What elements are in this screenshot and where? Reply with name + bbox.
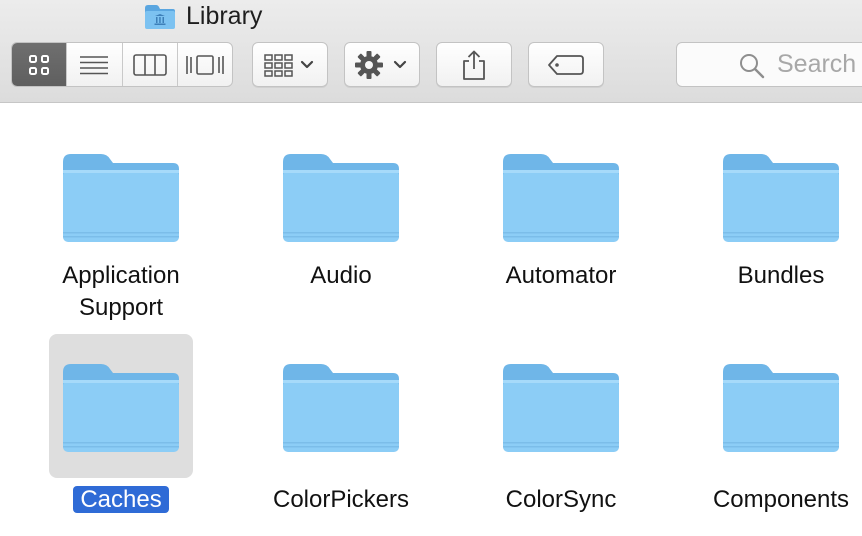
folder-icon: [721, 148, 841, 244]
folder-icon-container: [269, 124, 413, 268]
column-view-button[interactable]: [123, 43, 178, 86]
tags-button[interactable]: [528, 42, 604, 87]
search-field[interactable]: Search: [676, 42, 862, 87]
folder-icon-container: [709, 124, 853, 268]
finder-toolbar: Library Search: [0, 0, 862, 103]
folder-icon: [61, 148, 181, 244]
folder-label-line: Audio: [310, 262, 372, 289]
action-button[interactable]: [344, 42, 420, 87]
search-icon: [740, 54, 765, 79]
folder-label-line: Components: [712, 486, 850, 513]
icon-view-icon: [29, 54, 50, 75]
folder-icon: [281, 148, 401, 244]
search-placeholder: Search: [777, 50, 857, 78]
folder-icon-container-selected: [49, 334, 193, 478]
list-view-icon: [80, 55, 109, 74]
folder-label: Automator: [471, 260, 651, 292]
folder-icon-container: [709, 334, 853, 478]
folder-label: Caches: [31, 484, 211, 516]
gear-icon: [355, 50, 407, 79]
folder-label: Audio: [251, 260, 431, 292]
group-by-grid-icon: [264, 53, 314, 77]
chevron-down-icon: [300, 60, 314, 68]
folder-label-line: Bundles: [737, 262, 825, 289]
folder-label-line: ColorPickers: [272, 486, 410, 513]
folder-icon-container: [489, 124, 633, 268]
share-button[interactable]: [436, 42, 512, 87]
folder-label: ColorPickers: [251, 484, 431, 516]
folder-label: Components: [691, 484, 862, 516]
folder-icon: [61, 358, 181, 454]
window-title-text: Library: [186, 1, 263, 30]
folder-label-selected: Caches: [73, 486, 169, 513]
cover-flow-icon: [186, 54, 224, 75]
icon-view-button[interactable]: [12, 43, 68, 86]
folder-icon-grid: Application Support Audio Automator Bund…: [0, 104, 862, 536]
folder-label-line: Support: [78, 294, 164, 321]
tag-icon: [548, 54, 584, 75]
cover-flow-view-button[interactable]: [178, 43, 232, 86]
folder-label: Bundles: [691, 260, 862, 292]
folder-label: ColorSync: [471, 484, 651, 516]
library-folder-icon: [144, 4, 176, 29]
folder-icon-container: [49, 124, 193, 268]
window-title: Library: [144, 0, 262, 32]
folder-label-line: Application: [62, 262, 180, 289]
folder-icon: [721, 358, 841, 454]
column-view-icon: [132, 53, 167, 76]
group-by-button[interactable]: [252, 42, 328, 87]
view-mode-segmented-control: [11, 42, 233, 87]
folder-icon-container: [269, 334, 413, 478]
share-icon: [463, 50, 485, 80]
folder-label-line: ColorSync: [505, 486, 617, 513]
list-view-button[interactable]: [67, 43, 123, 86]
folder-icon-container: [489, 334, 633, 478]
folder-label-line: Automator: [505, 262, 617, 289]
folder-icon: [501, 358, 621, 454]
folder-icon: [281, 358, 401, 454]
folder-icon: [501, 148, 621, 244]
folder-label: Application Support: [31, 260, 211, 324]
